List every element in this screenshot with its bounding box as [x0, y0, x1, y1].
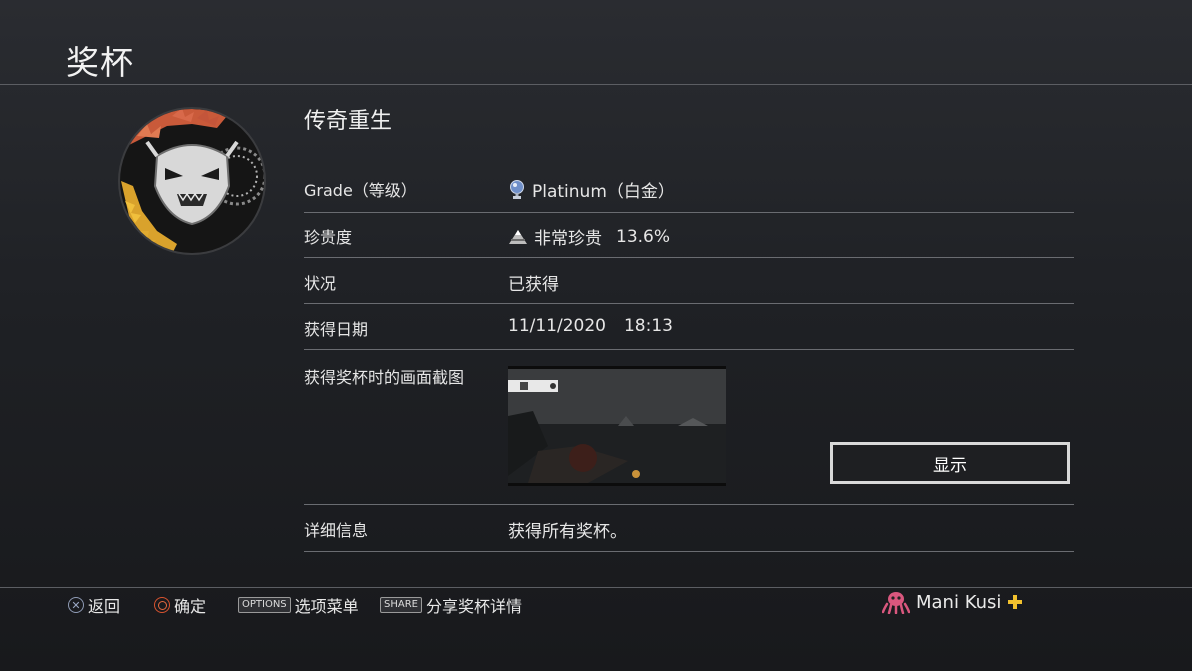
grade-row: Grade（等级） Platinum（白金） [304, 166, 1074, 213]
screenshot-label: 获得奖杯时的画面截图 [304, 368, 465, 387]
options-label: 选项菜单 [294, 597, 359, 616]
ps-plus-icon [1008, 595, 1023, 609]
rarity-row: 珍贵度 非常珍贵 13.6% [304, 212, 1074, 258]
trophy-oni-mask-icon [117, 106, 267, 256]
grade-value: Platinum（白金） [508, 177, 675, 202]
trophy-screenshot-thumbnail [508, 366, 726, 486]
options-button-icon: OPTIONS [238, 597, 291, 613]
share-label: 分享奖杯详情 [425, 597, 522, 616]
status-row: 状况 已获得 [304, 258, 1074, 304]
footer-divider [0, 587, 1192, 588]
rarity-text: 非常珍贵 [534, 229, 602, 249]
status-value: 已获得 [508, 275, 559, 295]
status-label: 状况 [304, 274, 337, 293]
show-screenshot-button[interactable]: 显示 [830, 442, 1070, 484]
info-label: 详细信息 [304, 521, 369, 540]
back-label: 返回 [88, 597, 121, 616]
trophy-name: 传奇重生 [304, 109, 393, 134]
share-button-icon: SHARE [380, 597, 422, 613]
confirm-label: 确定 [174, 597, 207, 616]
rarity-value: 非常珍贵 13.6% [508, 224, 670, 249]
platinum-trophy-icon [510, 179, 524, 199]
options-hint[interactable]: OPTIONS 选项菜单 [238, 593, 359, 617]
grade-label: Grade（等级） [304, 181, 417, 200]
info-value: 获得所有奖杯。 [508, 522, 627, 542]
rarity-percent: 13.6% [616, 226, 671, 247]
header-divider [0, 84, 1192, 85]
back-hint[interactable]: ✕ 返回 [68, 593, 120, 617]
page-title: 奖杯 [66, 43, 134, 82]
user-name: Mani Kusi [916, 591, 1002, 613]
cross-button-icon: ✕ [68, 597, 84, 613]
share-hint[interactable]: SHARE 分享奖杯详情 [380, 593, 522, 617]
date-row: 获得日期 11/11/2020 18:13 [304, 304, 1074, 350]
date-label: 获得日期 [304, 320, 369, 339]
grade-text: Platinum（白金） [532, 182, 675, 202]
octopus-avatar-icon [882, 592, 910, 614]
user-profile: Mani Kusi [882, 590, 1023, 614]
earned-date: 11/11/2020 [508, 316, 606, 336]
circle-button-icon [154, 597, 170, 613]
earned-time: 18:13 [623, 316, 673, 336]
rarity-label: 珍贵度 [304, 228, 353, 247]
confirm-hint[interactable]: 确定 [154, 593, 206, 617]
date-value: 11/11/2020 18:13 [508, 316, 673, 336]
info-row: 详细信息 获得所有奖杯。 [304, 505, 1074, 552]
rarity-triangle-icon [509, 229, 527, 244]
screenshot-row: 获得奖杯时的画面截图 显示 [304, 350, 1074, 505]
